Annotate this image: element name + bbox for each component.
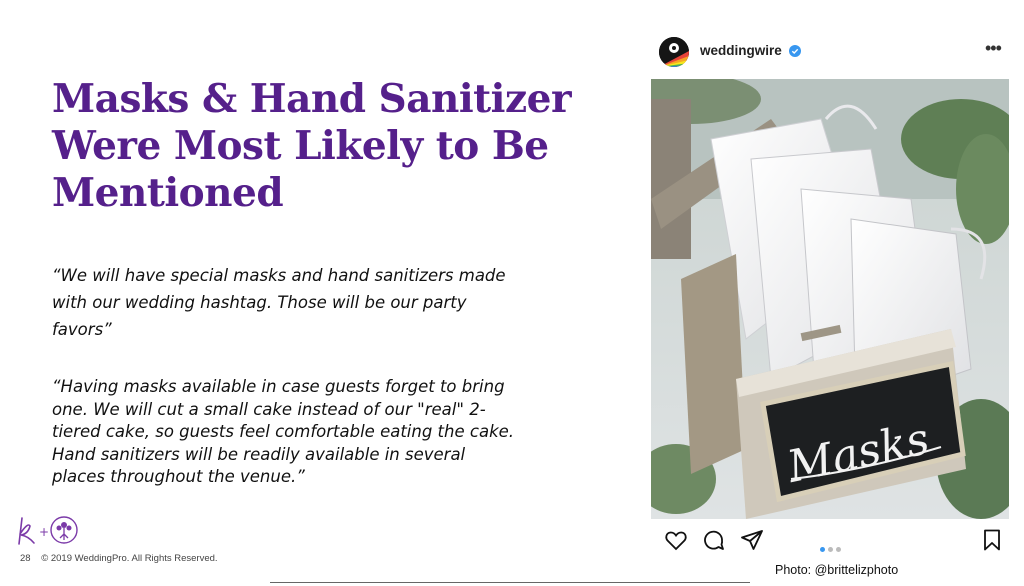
- page-number: 28: [20, 553, 31, 564]
- weddingwire-avatar-icon: [659, 37, 689, 67]
- carousel-dot: [828, 547, 833, 552]
- carousel-indicator: [820, 539, 844, 557]
- carousel-dot-active: [820, 547, 825, 552]
- carousel-dot: [836, 547, 841, 552]
- share-icon[interactable]: [740, 528, 764, 552]
- svg-text:+: +: [39, 525, 49, 539]
- heart-icon[interactable]: [664, 528, 688, 552]
- quote-2: “Having masks available in case guests f…: [52, 377, 515, 486]
- copyright: © 2019 WeddingPro. All Rights Reserved.: [41, 553, 218, 564]
- masks-box-image: Masks: [651, 79, 1009, 519]
- post-actions: [648, 526, 1016, 562]
- verified-badge-icon: [789, 45, 801, 57]
- post-username[interactable]: weddingwire: [700, 43, 782, 58]
- post-photo: Masks: [651, 79, 1009, 519]
- instagram-post: weddingwire ••• Masks: [648, 26, 1016, 562]
- comment-icon[interactable]: [702, 528, 726, 552]
- avatar[interactable]: [659, 37, 689, 67]
- weddingpro-logo: +: [18, 516, 78, 545]
- slide-title: Masks & Hand Sanitizer Were Most Likely …: [52, 76, 572, 216]
- bookmark-icon[interactable]: [980, 528, 1004, 552]
- quote-1: “We will have special masks and hand san…: [52, 266, 506, 339]
- footer: 28 © 2019 WeddingPro. All Rights Reserve…: [20, 553, 226, 564]
- bottom-divider: [270, 582, 750, 583]
- post-header: weddingwire •••: [648, 26, 1016, 78]
- more-horizontal-icon[interactable]: •••: [985, 38, 1002, 59]
- photo-credit: Photo: @brittelizphoto: [775, 563, 899, 577]
